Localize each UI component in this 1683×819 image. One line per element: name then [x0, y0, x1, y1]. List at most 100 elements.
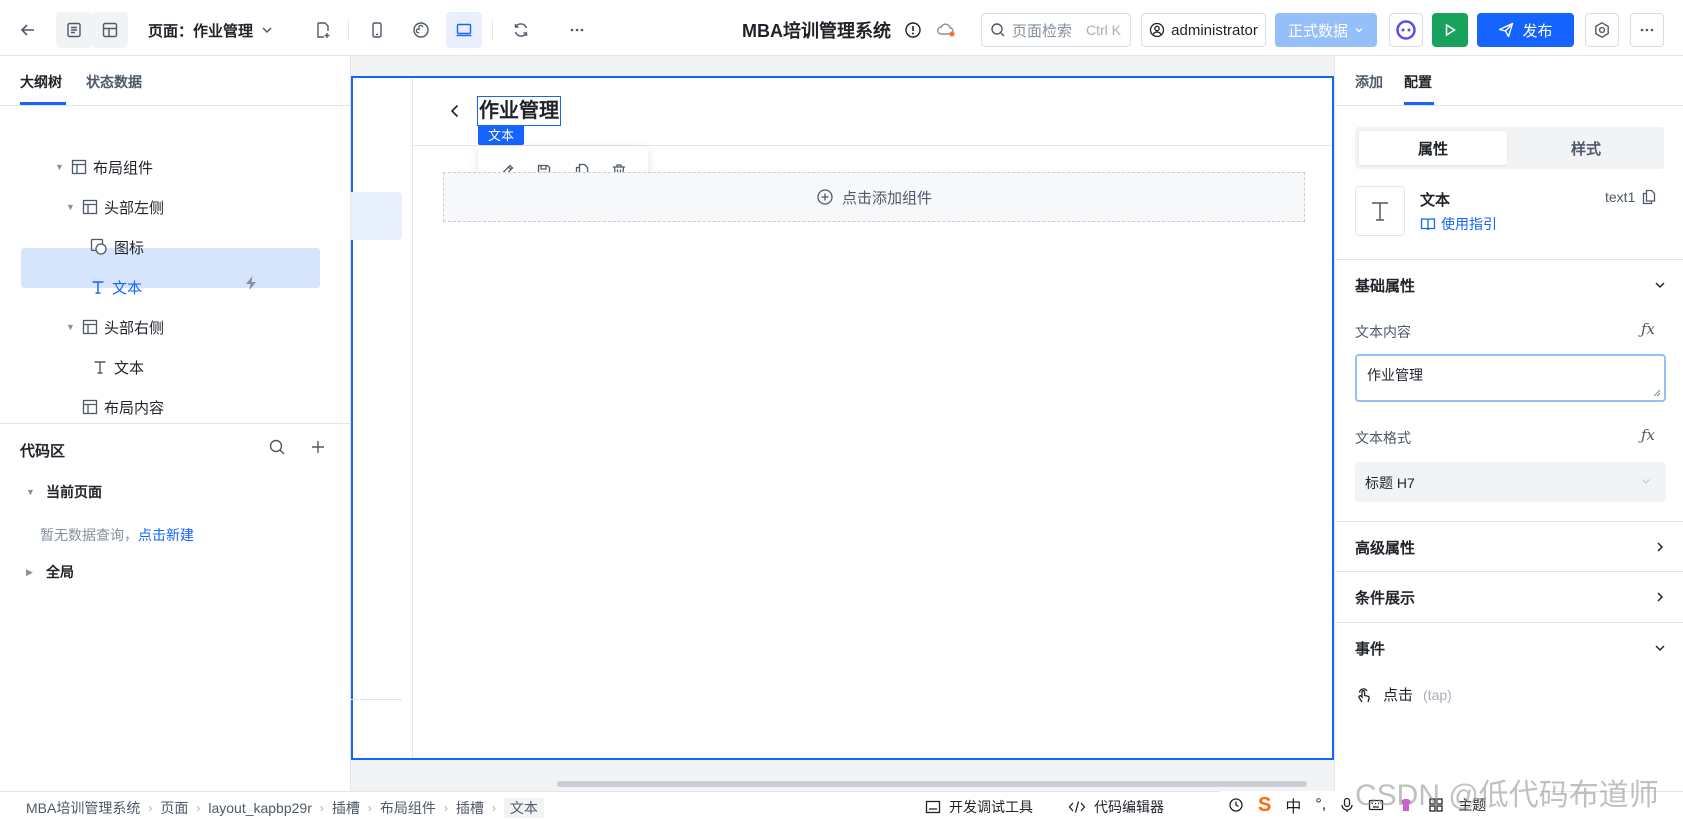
- section-events[interactable]: 事件: [1355, 638, 1385, 659]
- page-search-input[interactable]: 页面检索 Ctrl K: [981, 13, 1131, 47]
- divider: [1335, 571, 1683, 572]
- icon-component-icon: [90, 238, 108, 256]
- dev-tools-button[interactable]: 开发调试工具: [925, 797, 1033, 817]
- more-menu-button[interactable]: [1630, 13, 1664, 47]
- code-editor-button[interactable]: 代码编辑器: [1068, 797, 1164, 817]
- chevron-down-icon[interactable]: [1653, 278, 1667, 292]
- breadcrumb-item[interactable]: layout_kapbp29r: [208, 800, 312, 816]
- caret-right-icon: ▶: [26, 566, 33, 577]
- layout-view-icon[interactable]: [92, 12, 128, 48]
- microphone-icon[interactable]: [1340, 797, 1354, 813]
- page-selector[interactable]: 页面：作业管理: [148, 12, 273, 48]
- back-icon[interactable]: [10, 12, 46, 48]
- ime-punctuation[interactable]: °,: [1315, 796, 1326, 814]
- info-icon[interactable]: [895, 12, 931, 48]
- segment-style[interactable]: 样式: [1512, 131, 1660, 165]
- preview-nav-active-item[interactable]: [351, 192, 402, 240]
- more-horizontal-icon[interactable]: [559, 12, 595, 48]
- add-component-dropzone[interactable]: 点击添加组件: [443, 172, 1305, 222]
- tree-node-label: 头部右侧: [104, 319, 165, 337]
- layout-icon: [71, 159, 87, 175]
- cloud-sync-icon[interactable]: [928, 12, 964, 48]
- sogou-logo-icon[interactable]: S: [1258, 794, 1271, 817]
- copy-icon[interactable]: [1641, 189, 1657, 205]
- lightning-icon[interactable]: [243, 275, 259, 291]
- tree-node-text[interactable]: 文本: [92, 347, 144, 387]
- tab-add[interactable]: 添加: [1355, 72, 1383, 92]
- usage-guide-link[interactable]: 使用指引: [1420, 214, 1497, 234]
- left-panel: 大纲树 状态数据 ▼ 布局组件 ▼ 头部左侧 图标 文本 ▼ 头部右侧 文本 布…: [0, 56, 351, 791]
- preview-side-nav: [351, 78, 413, 758]
- text-content-field[interactable]: 作业管理: [1355, 354, 1666, 402]
- user-menu[interactable]: administrator: [1141, 13, 1266, 47]
- send-icon: [1498, 22, 1514, 38]
- desktop-view-icon[interactable]: [446, 12, 482, 48]
- search-shortcut: Ctrl K: [1086, 22, 1122, 38]
- fx-expression-icon[interactable]: ƒx: [1641, 320, 1655, 338]
- tree-selection-highlight: [21, 248, 320, 288]
- breadcrumb-item[interactable]: 页面: [160, 798, 188, 818]
- text-content-label: 文本内容: [1355, 324, 1411, 340]
- caret-down-icon: ▼: [26, 487, 35, 497]
- code-section-global[interactable]: ▶ 全局: [26, 562, 74, 582]
- publish-button[interactable]: 发布: [1477, 13, 1574, 47]
- user-avatar-icon: [1149, 22, 1165, 38]
- canvas-horizontal-scrollbar[interactable]: [557, 781, 1307, 787]
- section-conditional-display[interactable]: 条件展示: [1355, 587, 1415, 608]
- chevron-down-icon[interactable]: [1653, 641, 1667, 655]
- new-page-icon[interactable]: [305, 12, 341, 48]
- tree-node-icon[interactable]: 图标: [90, 227, 144, 267]
- csdn-watermark: CSDN @低代码布道师: [1355, 779, 1659, 812]
- data-mode-label: 正式数据: [1287, 22, 1348, 40]
- tree-node-text-selected[interactable]: 文本: [90, 267, 142, 307]
- add-circle-icon: [816, 188, 834, 206]
- chevron-right-icon[interactable]: [1653, 590, 1667, 604]
- breadcrumb-item[interactable]: MBA培训管理系统: [26, 798, 140, 818]
- event-tap-row[interactable]: 点击 (tap): [1355, 684, 1452, 705]
- chevron-right-icon[interactable]: [1653, 540, 1667, 554]
- tab-outline-tree[interactable]: 大纲树: [20, 72, 62, 92]
- settings-button[interactable]: [1585, 13, 1619, 47]
- add-icon[interactable]: [309, 438, 327, 456]
- breadcrumb-item[interactable]: 布局组件: [380, 798, 436, 818]
- empty-query-text: 暂无数据查询，: [40, 527, 138, 543]
- create-query-link[interactable]: 点击新建: [138, 527, 194, 543]
- miniprogram-view-icon[interactable]: [403, 12, 439, 48]
- section-advanced-properties[interactable]: 高级属性: [1355, 537, 1415, 558]
- component-id: text1: [1605, 189, 1657, 205]
- chevron-left-icon[interactable]: [448, 102, 462, 120]
- segment-properties[interactable]: 属性: [1359, 131, 1507, 165]
- outline-view-icon[interactable]: [56, 12, 92, 48]
- history-icon[interactable]: [1228, 797, 1244, 813]
- fx-expression-icon[interactable]: ƒx: [1641, 426, 1655, 444]
- tree-node-header-right[interactable]: ▼ 头部右侧: [66, 307, 164, 347]
- run-button[interactable]: [1432, 13, 1468, 47]
- section-basic-properties[interactable]: 基础属性: [1355, 275, 1415, 296]
- code-section-current-page[interactable]: ▼ 当前页面: [26, 482, 102, 502]
- breadcrumb-current[interactable]: 文本: [503, 798, 544, 818]
- ime-mode[interactable]: 中: [1285, 793, 1301, 817]
- refresh-icon[interactable]: [503, 12, 539, 48]
- text-format-select[interactable]: 标题 H7: [1355, 462, 1666, 502]
- usage-guide-label: 使用指引: [1441, 216, 1497, 232]
- debug-panel-icon: [925, 799, 941, 815]
- event-code: (tap): [1423, 686, 1452, 703]
- ai-assistant-button[interactable]: [1389, 13, 1423, 47]
- dev-tools-label: 开发调试工具: [949, 799, 1033, 815]
- tab-state-data[interactable]: 状态数据: [86, 72, 142, 92]
- selected-text-component[interactable]: 作业管理: [477, 96, 561, 126]
- mobile-view-icon[interactable]: [359, 12, 395, 48]
- resize-handle-icon[interactable]: [1653, 389, 1661, 397]
- search-icon[interactable]: [268, 438, 286, 456]
- text-content-value: 作业管理: [1367, 367, 1423, 383]
- data-mode-select[interactable]: 正式数据: [1275, 13, 1377, 47]
- active-tab-indicator: [20, 102, 66, 105]
- breadcrumb-item[interactable]: 插槽: [456, 798, 484, 818]
- tree-node-header-left[interactable]: ▼ 头部左侧: [66, 187, 164, 227]
- tree-node-label: 布局组件: [93, 159, 154, 177]
- left-tabs: 大纲树 状态数据: [0, 56, 350, 106]
- tab-config[interactable]: 配置: [1404, 72, 1432, 92]
- tree-node-layout-content[interactable]: 布局内容: [82, 387, 164, 427]
- tree-node-layout-component[interactable]: ▼ 布局组件: [55, 147, 153, 187]
- breadcrumb-item[interactable]: 插槽: [332, 798, 360, 818]
